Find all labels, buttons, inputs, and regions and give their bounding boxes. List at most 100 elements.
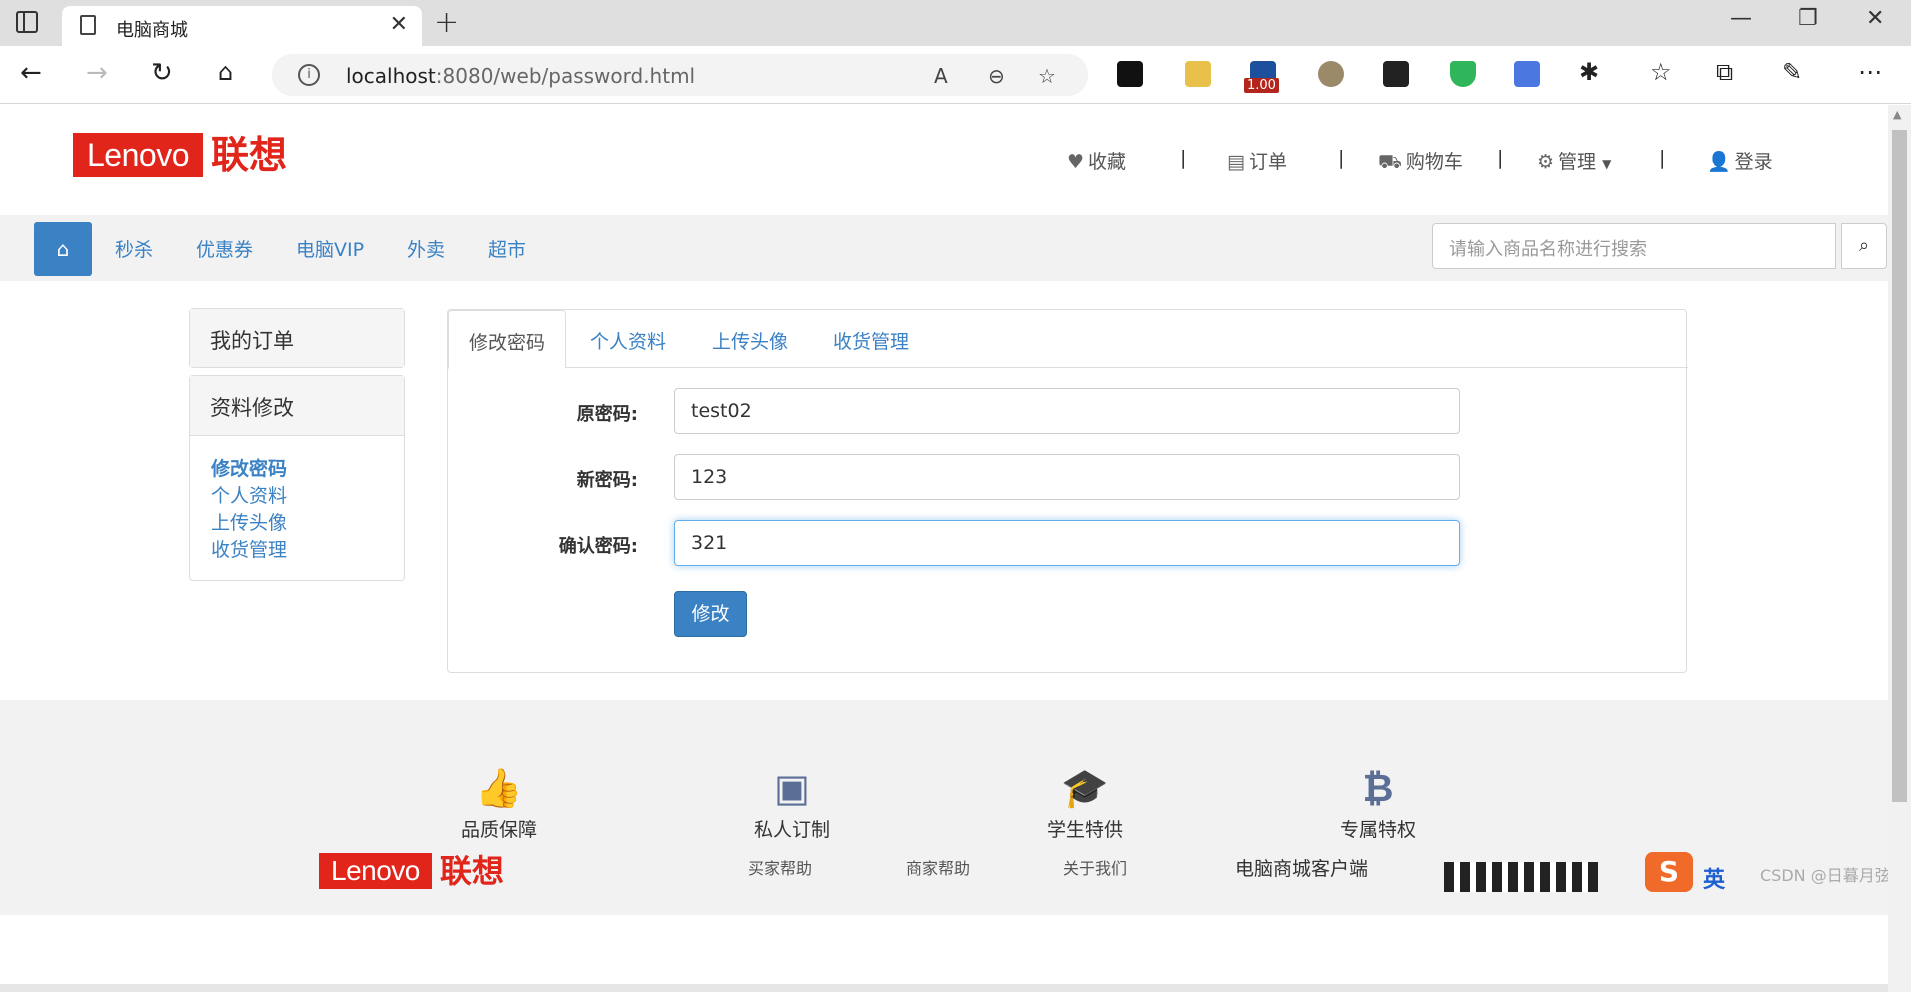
- extension-icon[interactable]: [1185, 61, 1211, 87]
- sidebar-orders-heading[interactable]: 我的订单: [190, 309, 404, 367]
- user-icon: 👤: [1707, 151, 1731, 173]
- tab-change-password[interactable]: 修改密码: [448, 310, 567, 369]
- zoom-icon[interactable]: ⊖: [988, 64, 1005, 88]
- restore-icon[interactable]: ❐: [1798, 6, 1818, 31]
- login-link[interactable]: 👤 登录: [1707, 147, 1773, 174]
- password-panel: 修改密码 个人资料 上传头像 收货管理 原密码: test02 新密码: 123…: [447, 309, 1688, 673]
- graduation-cap-icon: 🎓: [1061, 766, 1109, 810]
- scroll-up-icon[interactable]: ▲: [1893, 108, 1901, 121]
- footer-link-seller-help[interactable]: 商家帮助: [906, 855, 970, 879]
- extension-icon[interactable]: [1514, 61, 1540, 87]
- sidebar-profile-heading[interactable]: 资料修改: [190, 376, 404, 436]
- home-button[interactable]: ⌂: [34, 222, 92, 276]
- separator: |: [1659, 147, 1666, 169]
- collections-icon[interactable]: ⧉: [1716, 58, 1733, 86]
- tab-title: 电脑商城: [116, 20, 188, 41]
- favorites-icon[interactable]: ☆: [1650, 58, 1672, 86]
- id-card-icon: ▣: [774, 766, 810, 810]
- refresh-icon[interactable]: ↻: [151, 58, 173, 88]
- old-password-label: 原密码:: [576, 404, 638, 425]
- category-navbar: ⌂ 秒杀 优惠券 电脑VIP 外卖 超市 请输入商品名称进行搜索 ⌕: [0, 215, 1888, 281]
- feature-privilege[interactable]: ₿ 专属特权: [1308, 765, 1448, 842]
- sogou-ime-icon[interactable]: S: [1645, 852, 1693, 892]
- submit-button[interactable]: 修改: [674, 591, 747, 637]
- more-icon[interactable]: ⋯: [1858, 58, 1882, 86]
- cart-icon: ⛟: [1378, 151, 1402, 173]
- read-aloud-icon[interactable]: A: [934, 64, 948, 88]
- caret-down-icon: ▼: [1602, 157, 1612, 171]
- footer-link-buyer-help[interactable]: 买家帮助: [748, 855, 812, 879]
- nav-item-vip[interactable]: 电脑VIP: [296, 235, 364, 262]
- site-info-icon[interactable]: i: [298, 64, 320, 86]
- horizontal-scrollbar[interactable]: [0, 984, 1888, 992]
- search-input[interactable]: 请输入商品名称进行搜索: [1432, 223, 1836, 269]
- extension-badge: 1.00: [1244, 78, 1279, 93]
- sidebar-item-addresses[interactable]: 收货管理: [211, 537, 383, 564]
- nav-item-takeout[interactable]: 外卖: [407, 235, 445, 262]
- close-window-icon[interactable]: ✕: [1866, 6, 1884, 31]
- sidebar-item-upload-avatar[interactable]: 上传头像: [211, 510, 383, 537]
- cart-link[interactable]: ⛟ 购物车: [1378, 147, 1463, 176]
- profile-tabs: 修改密码 个人资料 上传头像 收货管理: [448, 310, 1688, 369]
- new-password-label: 新密码:: [576, 470, 638, 491]
- footer-logo[interactable]: Lenovo 联想: [319, 853, 504, 889]
- extension-icon[interactable]: [1318, 61, 1344, 87]
- bitcoin-icon: ₿: [1362, 766, 1394, 810]
- separator: |: [1497, 147, 1504, 169]
- footer-client-label: 电脑商城客户端: [1235, 858, 1369, 880]
- sidebar-item-change-password[interactable]: 修改密码: [211, 456, 383, 483]
- performance-icon[interactable]: ✎: [1782, 58, 1802, 86]
- separator: |: [1180, 147, 1187, 169]
- file-icon: ▤: [1227, 151, 1245, 173]
- ime-language-indicator[interactable]: 英: [1703, 862, 1725, 894]
- thumbs-up-icon: 👍: [475, 766, 523, 810]
- url-field[interactable]: i localhost:8080/web/password.html A ⊖ ☆: [272, 54, 1088, 96]
- manage-dropdown[interactable]: ⚙ 管理 ▼: [1537, 147, 1611, 174]
- qr-code: [1444, 862, 1598, 892]
- nav-item-supermarket[interactable]: 超市: [488, 235, 526, 262]
- shield-icon[interactable]: [1450, 61, 1476, 87]
- sidebar-links: 修改密码 个人资料 上传头像 收货管理: [190, 436, 404, 580]
- page-icon: [80, 15, 96, 35]
- site-logo[interactable]: Lenovo 联想: [73, 133, 287, 177]
- browser-tab[interactable]: 电脑商城 ✕: [62, 6, 422, 46]
- footer-link-about[interactable]: 关于我们: [1063, 855, 1127, 879]
- feature-custom[interactable]: ▣ 私人订制: [722, 765, 862, 842]
- sidebar-item-profile[interactable]: 个人资料: [211, 483, 383, 510]
- back-icon[interactable]: ←: [20, 58, 42, 88]
- tab-addresses[interactable]: 收货管理: [813, 310, 929, 368]
- browser-tab-bar: 电脑商城 ✕ + — ❐ ✕: [0, 0, 1911, 46]
- orders-link[interactable]: ▤ 订单: [1227, 147, 1287, 174]
- tab-profile[interactable]: 个人资料: [570, 310, 686, 368]
- search-icon: ⌕: [1858, 235, 1870, 256]
- home-icon: ⌂: [56, 237, 70, 261]
- nav-item-coupons[interactable]: 优惠券: [196, 235, 253, 262]
- feature-student[interactable]: 🎓 学生特供: [1015, 765, 1155, 842]
- url-text: localhost:8080/web/password.html: [346, 64, 696, 88]
- sidebar-profile-panel: 资料修改 修改密码 个人资料 上传头像 收货管理: [189, 375, 405, 581]
- extension-icon[interactable]: [1383, 61, 1409, 87]
- home-icon[interactable]: ⌂: [218, 58, 233, 86]
- scrollbar-thumb[interactable]: [1892, 130, 1907, 802]
- extension-icon[interactable]: [1117, 61, 1143, 87]
- nav-item-flash-sale[interactable]: 秒杀: [115, 235, 153, 262]
- heart-icon: ♥: [1067, 151, 1085, 173]
- tab-upload-avatar[interactable]: 上传头像: [692, 310, 808, 368]
- extensions-puzzle-icon[interactable]: ✱: [1579, 58, 1599, 86]
- new-password-field[interactable]: 123: [674, 454, 1460, 500]
- address-bar: ← → ↻ ⌂ i localhost:8080/web/password.ht…: [0, 46, 1911, 104]
- old-password-field[interactable]: test02: [674, 388, 1460, 434]
- close-tab-icon[interactable]: ✕: [390, 12, 408, 37]
- favorites-link[interactable]: ♥ 收藏: [1067, 147, 1126, 174]
- minimize-icon[interactable]: —: [1730, 6, 1752, 31]
- new-tab-icon[interactable]: +: [434, 5, 459, 40]
- favorite-add-icon[interactable]: ☆: [1038, 64, 1056, 88]
- feature-quality[interactable]: 👍 品质保障: [429, 765, 569, 842]
- features-strip: 👍 品质保障 ▣ 私人订制 🎓 学生特供 ₿ 专属特权: [0, 700, 1888, 915]
- sidebar-orders-panel: 我的订单: [189, 308, 405, 368]
- watermark: CSDN @日暮月弦: [1760, 866, 1891, 885]
- search-button[interactable]: ⌕: [1841, 223, 1887, 269]
- confirm-password-field[interactable]: 321: [674, 520, 1460, 566]
- forward-icon[interactable]: →: [86, 58, 108, 88]
- tab-actions-icon[interactable]: [16, 11, 38, 33]
